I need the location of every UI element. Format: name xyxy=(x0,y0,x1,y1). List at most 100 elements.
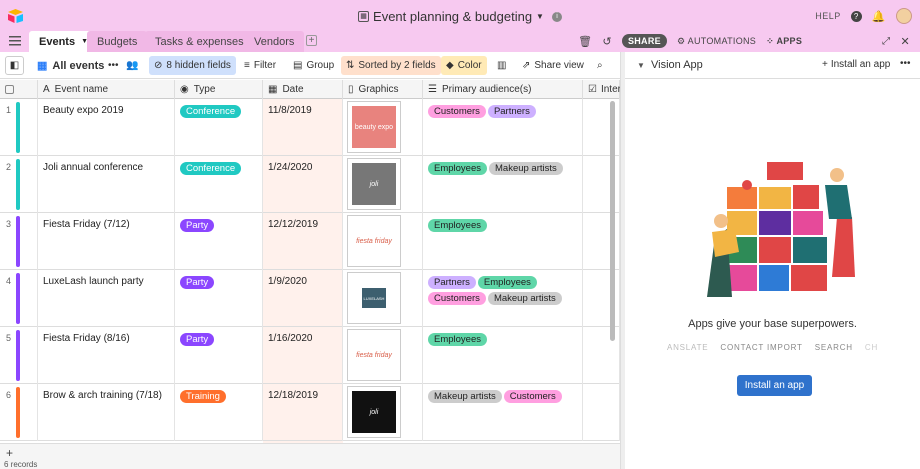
avatar[interactable] xyxy=(896,8,912,24)
chevron-down-icon[interactable]: ▼ xyxy=(637,61,645,70)
tab-tasks-expenses[interactable]: Tasks & expenses xyxy=(145,31,254,52)
filter-button[interactable]: ≡ Filter xyxy=(239,56,281,75)
single-select-icon: ◉ xyxy=(180,84,189,95)
close-icon[interactable]: ✕ xyxy=(900,35,910,48)
info-icon[interactable]: i xyxy=(551,11,562,22)
apps-panel: ▼ Vision App + Install an app ••• Apps g… xyxy=(625,52,920,469)
column-header-date[interactable]: ▦ Date xyxy=(263,80,343,99)
feature-carousel: ANSLATE CONTACT IMPORT SEARCH CH xyxy=(625,343,920,352)
row-select-cell[interactable] xyxy=(0,327,38,384)
vertical-scrollbar[interactable] xyxy=(610,101,615,341)
date-cell[interactable]: 1/16/2020 xyxy=(263,327,343,384)
color-button[interactable]: ◆ Color xyxy=(441,56,487,75)
more-options-icon[interactable]: ••• xyxy=(900,58,911,69)
graphic-thumbnail[interactable]: joli xyxy=(347,386,401,438)
help-icon[interactable]: ? xyxy=(850,10,862,22)
graphic-thumbnail[interactable]: fiesta friday xyxy=(347,329,401,381)
row-height-icon[interactable]: ▥ xyxy=(492,56,511,75)
add-record-icon[interactable]: + xyxy=(6,446,13,460)
event-name-cell[interactable]: Joli annual conference xyxy=(38,156,175,213)
automations-button[interactable]: ⚙ AUTOMATIONS xyxy=(677,36,756,47)
collaborators-icon[interactable]: 👥 xyxy=(121,56,143,75)
view-switcher[interactable]: ▦ All events xyxy=(32,56,109,75)
type-cell[interactable]: Party xyxy=(175,327,263,384)
column-header-inter[interactable]: ☑ Inter xyxy=(583,80,620,99)
group-button[interactable]: ▤ Group xyxy=(288,56,339,75)
row-select-cell[interactable] xyxy=(0,99,38,156)
trash-icon[interactable]: 🗑 xyxy=(578,35,592,48)
sidebar-toggle-icon[interactable]: ◧ xyxy=(5,56,24,75)
table-row[interactable]: 5 Fiesta Friday (8/16) Party 1/16/2020 fiest… xyxy=(0,327,620,384)
base-title[interactable]: ▦ Event planning & budgeting ▼ i xyxy=(0,8,920,24)
type-pill: Party xyxy=(180,333,215,346)
event-name-cell[interactable]: Brow & arch training (7/18) xyxy=(38,384,175,441)
history-icon[interactable]: ↺ xyxy=(602,35,612,48)
apps-button[interactable]: ⁘ APPS xyxy=(766,36,802,47)
graphic-thumbnail[interactable]: fiesta friday xyxy=(347,215,401,267)
hidden-fields-button[interactable]: ⊘ 8 hidden fields xyxy=(149,56,236,75)
type-cell[interactable]: Party xyxy=(175,270,263,327)
table-row[interactable]: 3 Fiesta Friday (7/12) Party 12/12/2019 fies… xyxy=(0,213,620,270)
column-header-primary-audience[interactable]: ☰ Primary audience(s) xyxy=(423,80,583,99)
audience-cell[interactable]: Customers Partners xyxy=(423,99,583,156)
column-header-event-name[interactable]: A Event name xyxy=(38,80,175,99)
help-link[interactable]: HELP xyxy=(815,11,841,21)
table-row[interactable]: 2 Joli annual conference Conference 1/24/20… xyxy=(0,156,620,213)
app-title[interactable]: Vision App xyxy=(651,59,703,71)
table-row[interactable]: 1 Beauty expo 2019 Conference 11/8/2019 beau… xyxy=(0,99,620,156)
event-name-cell[interactable]: Fiesta Friday (7/12) xyxy=(38,213,175,270)
add-table-button[interactable]: + xyxy=(306,35,317,46)
install-app-link[interactable]: + Install an app xyxy=(822,59,890,70)
install-app-button[interactable]: Install an app xyxy=(737,375,812,396)
top-right-actions: HELP ? 🔔 xyxy=(815,8,912,24)
audience-cell[interactable]: Employees Makeup artists xyxy=(423,156,583,213)
tab-vendors[interactable]: Vendors xyxy=(244,31,305,52)
search-icon[interactable]: ⌕ xyxy=(592,56,608,75)
attachment-icon: ▯ xyxy=(348,84,354,95)
row-select-cell[interactable] xyxy=(0,156,38,213)
type-cell[interactable]: Conference xyxy=(175,156,263,213)
date-cell[interactable]: 1/9/2020 xyxy=(263,270,343,327)
event-name-cell[interactable]: LuxeLash launch party xyxy=(38,270,175,327)
row-select-cell[interactable] xyxy=(0,270,38,327)
column-label: Date xyxy=(282,84,304,95)
filter-icon: ≡ xyxy=(244,60,250,71)
type-cell[interactable]: Conference xyxy=(175,99,263,156)
date-cell[interactable]: 12/12/2019 xyxy=(263,213,343,270)
graphic-thumbnail[interactable]: beauty expo xyxy=(347,101,401,153)
bell-icon[interactable]: 🔔 xyxy=(872,10,886,23)
date-cell[interactable]: 11/8/2019 xyxy=(263,99,343,156)
tab-budgets[interactable]: Budgets xyxy=(87,31,148,52)
column-header-type[interactable]: ◉ Type xyxy=(175,80,263,99)
graphic-thumbnail[interactable]: LUXELASH xyxy=(347,272,401,324)
audience-cell[interactable]: Makeup artists Customers xyxy=(423,384,583,441)
hamburger-icon[interactable] xyxy=(9,36,21,46)
apps-icon: ⁘ xyxy=(766,35,777,46)
type-cell[interactable]: Party xyxy=(175,213,263,270)
inter-cell[interactable] xyxy=(583,384,620,441)
type-cell[interactable]: Training xyxy=(175,384,263,441)
audience-cell[interactable]: Employees xyxy=(423,213,583,270)
sort-button[interactable]: ⇅ Sorted by 2 fields xyxy=(341,56,441,75)
select-all-checkbox[interactable] xyxy=(0,80,38,99)
row-select-cell[interactable] xyxy=(0,213,38,270)
table-row[interactable]: 4 LuxeLash launch party Party 1/9/2020 LUXEL… xyxy=(0,270,620,327)
event-name-cell[interactable]: Beauty expo 2019 xyxy=(38,99,175,156)
table-row[interactable]: 6 Brow & arch training (7/18) Training 12/1… xyxy=(0,384,620,441)
share-view-icon: ⇗ xyxy=(522,60,531,71)
date-cell[interactable]: 12/18/2019 xyxy=(263,384,343,441)
audience-cell[interactable]: Partners Employees Customers Makeup artists xyxy=(423,270,583,327)
graphic-image: LUXELASH xyxy=(362,288,386,308)
audience-cell[interactable]: Employees xyxy=(423,327,583,384)
graphic-thumbnail[interactable]: joli xyxy=(347,158,401,210)
event-name-cell[interactable]: Fiesta Friday (8/16) xyxy=(38,327,175,384)
row-select-cell[interactable] xyxy=(0,384,38,441)
share-view-button[interactable]: ⇗ Share view xyxy=(517,56,589,75)
share-button[interactable]: SHARE xyxy=(621,34,667,48)
audience-pill: Employees xyxy=(477,276,537,289)
audience-pill: Partners xyxy=(428,276,476,289)
date-cell[interactable]: 1/24/2020 xyxy=(263,156,343,213)
chevron-down-icon[interactable]: ▼ xyxy=(536,12,544,21)
column-header-graphics[interactable]: ▯ Graphics xyxy=(343,80,423,99)
expand-icon[interactable]: ⤢ xyxy=(882,36,890,47)
